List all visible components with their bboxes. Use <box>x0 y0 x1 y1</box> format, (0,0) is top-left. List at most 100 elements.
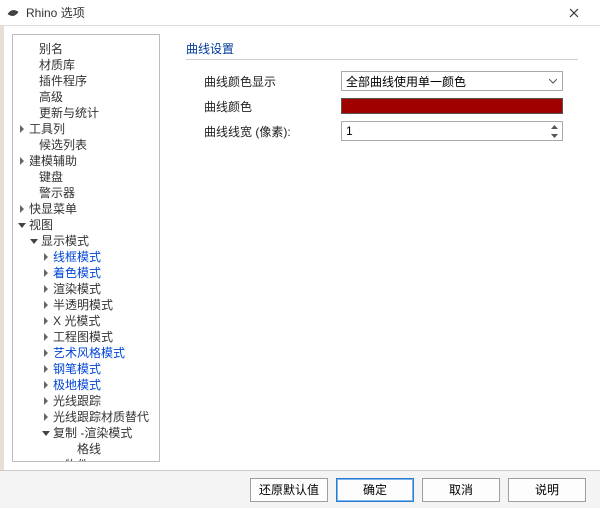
tree-item[interactable]: 工程图模式 <box>13 329 159 345</box>
tree-item[interactable]: 物件 <box>13 457 159 462</box>
tree-item-label: 工程图模式 <box>53 329 113 345</box>
curve-color-swatch[interactable] <box>341 98 563 114</box>
twisty-closed-icon[interactable] <box>17 124 27 134</box>
curve-color-display-combo[interactable]: 全部曲线使用单一颜色 <box>341 71 563 91</box>
twisty-none <box>27 140 37 150</box>
tree-item[interactable]: 视图 <box>13 217 159 233</box>
tree-item[interactable]: 显示模式 <box>13 233 159 249</box>
twisty-open-icon[interactable] <box>17 220 27 230</box>
tree-item-label: 视图 <box>29 217 53 233</box>
tree-item[interactable]: 更新与统计 <box>13 105 159 121</box>
footer: 还原默认值 确定 取消 说明 <box>0 470 600 508</box>
tree-item[interactable]: 钢笔模式 <box>13 361 159 377</box>
twisty-closed-icon[interactable] <box>41 268 51 278</box>
twisty-closed-icon[interactable] <box>41 412 51 422</box>
twisty-closed-icon[interactable] <box>17 156 27 166</box>
twisty-open-icon[interactable] <box>29 236 39 246</box>
spinner-value: 1 <box>346 124 353 138</box>
tree-item[interactable]: 格线 <box>13 441 159 457</box>
twisty-none <box>27 108 37 118</box>
twisty-closed-icon[interactable] <box>41 396 51 406</box>
twisty-none <box>27 44 37 54</box>
spinner-down-icon[interactable] <box>547 131 561 140</box>
tree-item-label: 半透明模式 <box>53 297 113 313</box>
tree-item[interactable]: 插件程序 <box>13 73 159 89</box>
app-icon <box>6 6 20 20</box>
tree-item-label: 渲染模式 <box>53 281 101 297</box>
twisty-closed-icon[interactable] <box>41 332 51 342</box>
tree-item-label: 键盘 <box>39 169 63 185</box>
tree-item[interactable]: 极地模式 <box>13 377 159 393</box>
tree-item-label: 材质库 <box>39 57 75 73</box>
tree-item[interactable]: 光线跟踪材质替代 <box>13 409 159 425</box>
tree-item-label: 物件 <box>65 457 89 462</box>
chevron-down-icon <box>546 74 560 88</box>
tree-item[interactable]: 候选列表 <box>13 137 159 153</box>
tree-item-label: 插件程序 <box>39 73 87 89</box>
twisty-none <box>27 76 37 86</box>
tree-item-label: 复制 -渲染模式 <box>53 425 132 441</box>
tree-item[interactable]: 工具列 <box>13 121 159 137</box>
twisty-none <box>27 188 37 198</box>
curve-color-display-label: 曲线颜色显示 <box>186 73 341 90</box>
tree-item[interactable]: 警示器 <box>13 185 159 201</box>
tree-item[interactable]: 建模辅助 <box>13 153 159 169</box>
tree-item-label: 着色模式 <box>53 265 101 281</box>
twisty-none <box>27 92 37 102</box>
twisty-open-icon[interactable] <box>53 460 63 462</box>
twisty-closed-icon[interactable] <box>41 252 51 262</box>
tree-item[interactable]: 复制 -渲染模式 <box>13 425 159 441</box>
curve-color-label: 曲线颜色 <box>186 98 341 115</box>
twisty-open-icon[interactable] <box>41 428 51 438</box>
tree-item[interactable]: 高级 <box>13 89 159 105</box>
twisty-none <box>65 444 75 454</box>
tree-item[interactable]: X 光模式 <box>13 313 159 329</box>
tree-item-label: 候选列表 <box>39 137 87 153</box>
restore-defaults-button[interactable]: 还原默认值 <box>250 478 328 502</box>
spinner-up-icon[interactable] <box>547 122 561 131</box>
tree-item-label: 建模辅助 <box>29 153 77 169</box>
tree-item[interactable]: 线框模式 <box>13 249 159 265</box>
twisty-closed-icon[interactable] <box>17 204 27 214</box>
titlebar: Rhino 选项 <box>0 0 600 26</box>
close-button[interactable] <box>554 0 594 26</box>
ok-button[interactable]: 确定 <box>336 478 414 502</box>
tree-item-label: 显示模式 <box>41 233 89 249</box>
twisty-closed-icon[interactable] <box>41 316 51 326</box>
tree-item[interactable]: 材质库 <box>13 57 159 73</box>
divider <box>186 59 578 60</box>
tree-item[interactable]: 别名 <box>13 41 159 57</box>
group-title: 曲线设置 <box>186 40 578 57</box>
help-button[interactable]: 说明 <box>508 478 586 502</box>
tree-item-label: 高级 <box>39 89 63 105</box>
tree-item-label: 钢笔模式 <box>53 361 101 377</box>
twisty-none <box>27 60 37 70</box>
tree-item[interactable]: 艺术风格模式 <box>13 345 159 361</box>
curve-width-spinner[interactable]: 1 <box>341 121 563 141</box>
twisty-closed-icon[interactable] <box>41 364 51 374</box>
cancel-button[interactable]: 取消 <box>422 478 500 502</box>
twisty-closed-icon[interactable] <box>41 300 51 310</box>
twisty-closed-icon[interactable] <box>41 380 51 390</box>
tree-item-label: 格线 <box>77 441 101 457</box>
tree-item[interactable]: 快显菜单 <box>13 201 159 217</box>
twisty-closed-icon[interactable] <box>41 284 51 294</box>
tree-item-label: 线框模式 <box>53 249 101 265</box>
window-title: Rhino 选项 <box>26 4 554 21</box>
nav-tree[interactable]: 别名材质库插件程序高级更新与统计工具列候选列表建模辅助键盘警示器快显菜单视图显示… <box>12 34 160 462</box>
combo-value: 全部曲线使用单一颜色 <box>346 73 466 90</box>
tree-item-label: 快显菜单 <box>29 201 77 217</box>
tree-item-label: X 光模式 <box>53 313 100 329</box>
tree-item[interactable]: 光线跟踪 <box>13 393 159 409</box>
tree-item-label: 更新与统计 <box>39 105 99 121</box>
tree-item-label: 工具列 <box>29 121 65 137</box>
twisty-none <box>27 172 37 182</box>
curve-width-label: 曲线线宽 (像素): <box>186 123 341 140</box>
twisty-closed-icon[interactable] <box>41 348 51 358</box>
tree-item-label: 别名 <box>39 41 63 57</box>
tree-item[interactable]: 渲染模式 <box>13 281 159 297</box>
tree-item[interactable]: 半透明模式 <box>13 297 159 313</box>
tree-item[interactable]: 着色模式 <box>13 265 159 281</box>
tree-item[interactable]: 键盘 <box>13 169 159 185</box>
tree-item-label: 艺术风格模式 <box>53 345 125 361</box>
